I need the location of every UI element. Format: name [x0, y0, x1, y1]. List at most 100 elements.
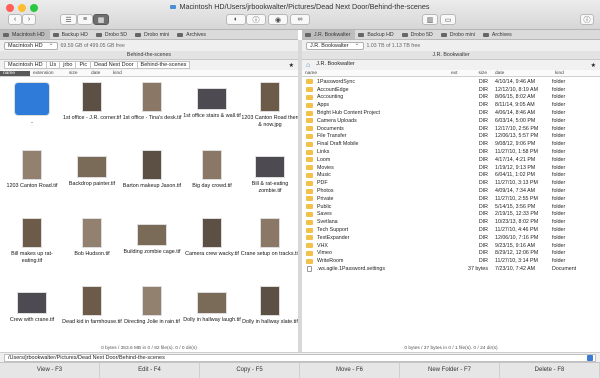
- file-list-row[interactable]: Documents DIR 12/17/10, 2:56 PM folder: [302, 125, 600, 133]
- column-name[interactable]: name: [302, 71, 448, 76]
- folder-icon: [306, 165, 313, 171]
- file-list-row[interactable]: Public DIR 5/14/15, 3:56 PM folder: [302, 203, 600, 211]
- file-list-row[interactable]: Private DIR 11/27/10, 2:55 PM folder: [302, 195, 600, 203]
- right-tab[interactable]: Drobo 5D: [399, 30, 438, 39]
- left-volume-select[interactable]: Macintosh HD: [4, 41, 58, 50]
- file-list-row[interactable]: 1PasswordSync DIR 4/10/14, 9:46 AM folder: [302, 78, 600, 86]
- file-thumbnail-item[interactable]: 1203 Canton Road.tif: [2, 150, 62, 190]
- file-list-row[interactable]: Svetlana DIR 10/23/13, 8:02 PM folder: [302, 218, 600, 226]
- file-list-row[interactable]: WriteRoom DIR 11/27/10, 3:14 PM folder: [302, 257, 600, 265]
- inspector-icon[interactable]: ⓘ: [580, 14, 594, 25]
- file-thumbnail-item[interactable]: Building zombie cage.tif: [122, 218, 182, 256]
- file-name-label: Backdrop painter.tif: [68, 181, 116, 187]
- breadcrumb-item[interactable]: Dead Next Door: [90, 61, 138, 69]
- file-thumbnail-item[interactable]: Dolly in hallway laugh.tif: [182, 286, 242, 324]
- file-list-row[interactable]: Loom DIR 4/17/14, 4:21 PM folder: [302, 156, 600, 164]
- breadcrumb-item[interactable]: Us: [45, 61, 61, 69]
- move-f6-button[interactable]: Move - F6: [300, 363, 400, 378]
- list-view-icon[interactable]: ☰: [60, 14, 77, 25]
- file-list-row[interactable]: Final Draft Mobile DIR 9/08/12, 9:06 PM fol…: [302, 140, 600, 148]
- file-list-row[interactable]: TextExpander DIR 12/06/10, 7:16 PM folder: [302, 234, 600, 242]
- file-size: DIR: [478, 149, 488, 156]
- file-thumbnail-item[interactable]: Crane setup on tracks.tif: [240, 218, 298, 258]
- column-name[interactable]: name: [0, 70, 30, 76]
- parent-folder-item[interactable]: ..: [2, 82, 62, 126]
- dual-pane-icon[interactable]: ▥: [422, 14, 438, 25]
- file-thumbnail-item[interactable]: Crew with crane.tif: [2, 286, 62, 324]
- single-pane-icon[interactable]: ▭: [440, 14, 456, 25]
- file-thumbnail-item[interactable]: Bill & rat-eating zombie.tif: [240, 150, 298, 194]
- column-date[interactable]: date: [490, 71, 552, 76]
- folder-icon: [306, 133, 313, 139]
- file-thumbnail-item[interactable]: 1st office stairs & wall.tif: [182, 82, 242, 120]
- file-list-row[interactable]: Music DIR 6/04/11, 1:02 PM folder: [302, 172, 600, 180]
- column-date[interactable]: date: [88, 71, 110, 76]
- info-icon[interactable]: ⓘ: [246, 14, 266, 25]
- column-size[interactable]: size: [66, 71, 88, 76]
- new-folder-f7-button[interactable]: New Folder - F7: [400, 363, 500, 378]
- file-thumbnail-item[interactable]: Big day crowd.tif: [182, 150, 242, 190]
- view-f3-button[interactable]: View - F3: [0, 363, 100, 378]
- column-kind[interactable]: kind: [110, 71, 132, 76]
- file-thumbnail-item[interactable]: Dolly in hallway slate.tif: [240, 286, 298, 326]
- file-list-row[interactable]: VHX DIR 9/23/15, 9:16 AM folder: [302, 242, 600, 250]
- column-size[interactable]: size: [468, 71, 490, 76]
- file-thumbnail-item[interactable]: 1st office - Tina's desk.tif: [122, 82, 182, 122]
- forward-button[interactable]: ›: [22, 14, 36, 25]
- file-thumbnail-item[interactable]: Barton makeup Jason.tif: [122, 150, 182, 190]
- file-list-row[interactable]: Movies DIR 1/19/12, 9:13 PM folder: [302, 164, 600, 172]
- right-tab[interactable]: Backup HD: [355, 30, 398, 39]
- breadcrumb-item[interactable]: Pic: [75, 61, 92, 69]
- file-list-row[interactable]: AccountEdge DIR 12/12/10, 8:19 AM folder: [302, 86, 600, 94]
- breadcrumb-item[interactable]: jrbo: [59, 61, 77, 69]
- columns-view-icon[interactable]: ≡: [77, 14, 93, 25]
- left-tab[interactable]: Backup HD: [50, 30, 93, 39]
- file-thumbnail-item[interactable]: 1203 Canton Road then & now.jpg: [240, 82, 298, 128]
- left-tab[interactable]: Drobo mini: [132, 30, 174, 39]
- file-thumbnail-item[interactable]: 1st office - J.R. corner.tif: [62, 82, 122, 122]
- column-extension[interactable]: extension: [30, 71, 66, 76]
- file-list-row[interactable]: File Transfer DIR 12/06/13, 5:57 PM folder: [302, 133, 600, 141]
- right-volume-select[interactable]: J.R. Bookwalter: [306, 41, 364, 50]
- command-line-input[interactable]: /Users/jrbookwalter/Pictures/Dead Next D…: [4, 353, 596, 362]
- file-thumbnail-item[interactable]: Directing Jolie in rain.tif: [122, 286, 182, 326]
- left-tab[interactable]: Drobo 5D: [93, 30, 132, 39]
- right-tab[interactable]: Drobo mini: [438, 30, 480, 39]
- right-tab[interactable]: Archives: [480, 30, 517, 39]
- file-list-row[interactable]: Links DIR 11/27/10, 1:58 PM folder: [302, 148, 600, 156]
- toggle-hidden-icon[interactable]: ◐: [226, 14, 246, 25]
- quicklook-eye-icon[interactable]: ◉: [268, 14, 288, 25]
- file-list-row[interactable]: Camera Uploads DIR 6/03/14, 5:00 PM folder: [302, 117, 600, 125]
- file-list-row[interactable]: Saves DIR 2/19/15, 12:33 PM folder: [302, 211, 600, 219]
- left-tab[interactable]: Macintosh HD: [0, 30, 50, 39]
- thumbnail-view-icon[interactable]: ▦: [93, 14, 109, 25]
- delete-f8-button[interactable]: Delete - F8: [500, 363, 600, 378]
- file-thumbnail-item[interactable]: Camera crew wacky.tif: [182, 218, 242, 258]
- file-thumbnail-item[interactable]: Bob Hudson.tif: [62, 218, 122, 258]
- search-binoculars-icon[interactable]: ∞: [290, 14, 310, 25]
- file-thumbnail-item[interactable]: Backdrop painter.tif: [62, 150, 122, 188]
- file-list-row[interactable]: Bright Hub Content Project DIR 4/06/14, 8:…: [302, 109, 600, 117]
- file-list-row[interactable]: Tech Support DIR 11/27/10, 4:46 PM folder: [302, 226, 600, 234]
- breadcrumb-item[interactable]: J.R. Bookwalter: [313, 61, 358, 69]
- back-button[interactable]: ‹: [8, 14, 22, 25]
- left-tab[interactable]: Archives: [174, 30, 211, 39]
- file-list-row[interactable]: PDF DIR 11/27/10, 3:13 PM folder: [302, 179, 600, 187]
- star-icon[interactable]: ★: [591, 62, 596, 69]
- chevron-down-icon[interactable]: [587, 354, 593, 361]
- file-list-row[interactable]: Accounting DIR 8/06/15, 8:02 AM folder: [302, 94, 600, 102]
- file-list-row[interactable]: Apps DIR 8/11/14, 9:05 AM folder: [302, 101, 600, 109]
- file-thumbnail-item[interactable]: Bill makes up rat-eating.tif: [2, 218, 62, 264]
- copy-f5-button[interactable]: Copy - F5: [200, 363, 300, 378]
- right-tab[interactable]: J.R. Bookwalter: [302, 30, 356, 39]
- file-list-row[interactable]: Vimeo DIR 8/29/12, 12:06 PM folder: [302, 250, 600, 258]
- column-ext[interactable]: ext: [448, 71, 468, 76]
- column-kind[interactable]: kind: [552, 71, 592, 76]
- breadcrumb-item[interactable]: Behind-the-scenes: [136, 61, 191, 69]
- file-list-row[interactable]: Photos DIR 4/09/14, 7:34 AM folder: [302, 187, 600, 195]
- file-thumbnail-item[interactable]: Dead kid in farmhouse.tif: [62, 286, 122, 326]
- file-list-row[interactable]: .ws.agile.1Password.settings 37 bytes 7/23…: [302, 265, 600, 273]
- breadcrumb-item[interactable]: Macintosh HD: [4, 61, 47, 69]
- star-icon[interactable]: ★: [289, 62, 294, 69]
- edit-f4-button[interactable]: Edit - F4: [100, 363, 200, 378]
